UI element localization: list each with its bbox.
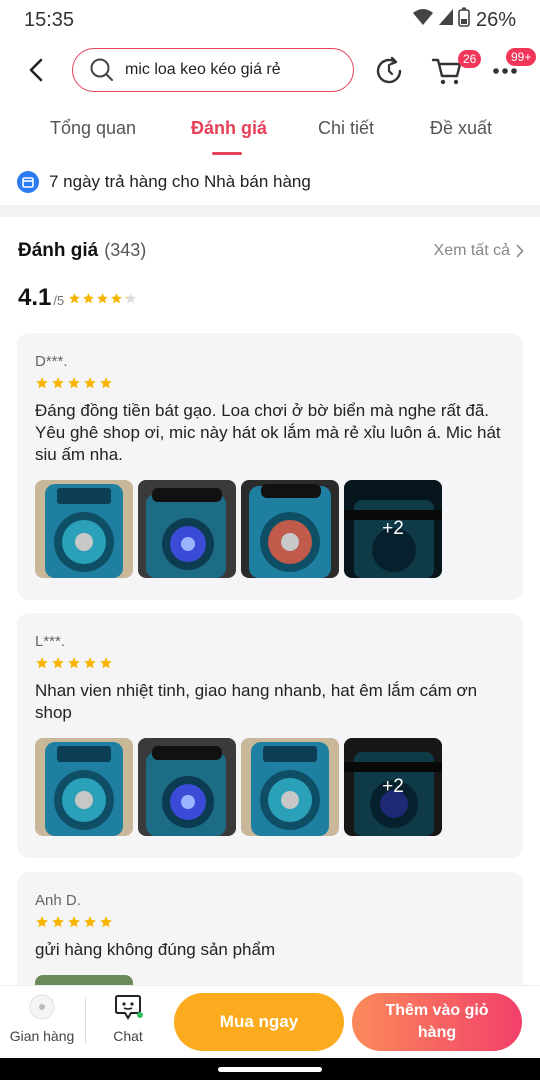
star-icon xyxy=(84,916,96,928)
bottom-action-bar: Gian hàng Chat Mua ngay Thêm vào giỏ hàn… xyxy=(0,985,540,1057)
star-icon xyxy=(111,293,123,304)
back-button[interactable] xyxy=(22,54,50,86)
return-policy-text: 7 ngày trả hàng cho Nhà bán hàng xyxy=(49,172,311,191)
average-score: 4.1 /5 xyxy=(18,284,137,312)
rating-header: Đánh giá (343) Xem tất cả xyxy=(18,236,524,266)
review-text: gửi hàng không đúng sản phẩm xyxy=(35,940,276,959)
tab-overview[interactable]: Tổng quan xyxy=(50,118,136,139)
search-icon xyxy=(89,57,115,83)
star-icon xyxy=(52,377,64,389)
review-stars xyxy=(35,656,505,670)
rating-count: (343) xyxy=(104,240,147,260)
review-card[interactable]: D***. Đáng đồng tiền bát gạo. Loa chơi ở… xyxy=(17,333,523,600)
store-label: Gian hàng xyxy=(9,1028,75,1044)
signal-icon xyxy=(438,8,454,32)
review-stars xyxy=(35,915,505,929)
tab-recommendations[interactable]: Đề xuất xyxy=(430,118,492,139)
score-max: /5 xyxy=(53,293,65,308)
bottom-separator xyxy=(85,998,86,1044)
more-button[interactable]: 99+ xyxy=(488,48,537,88)
more-badge: 99+ xyxy=(506,48,537,66)
rating-title-group: Đánh giá (343) xyxy=(18,240,146,262)
star-icon xyxy=(100,377,112,389)
star-icon xyxy=(69,293,81,304)
score-value: 4.1 xyxy=(18,284,52,311)
store-logo-icon xyxy=(29,994,55,1020)
add-to-cart-button[interactable]: Thêm vào giỏ hàng xyxy=(352,993,522,1051)
cart-badge: 26 xyxy=(458,50,482,68)
star-icon xyxy=(52,916,64,928)
tab-details[interactable]: Chi tiết xyxy=(318,118,374,139)
battery-icon xyxy=(458,7,470,33)
wifi-icon xyxy=(412,8,434,32)
review-card[interactable]: L***. Nhan vien nhiệt tinh, giao hang nh… xyxy=(17,613,523,858)
review-photo[interactable] xyxy=(35,480,133,578)
review-photo-more[interactable]: +2 xyxy=(344,480,442,578)
status-icons xyxy=(412,7,470,33)
section-tabs: Tổng quan Đánh giá Chi tiết Đề xuất xyxy=(0,108,540,158)
status-bar: 15:35 26% xyxy=(0,0,540,40)
star-icon xyxy=(36,657,48,669)
cart-button[interactable]: 26 xyxy=(430,50,482,88)
return-policy[interactable]: 7 ngày trả hàng cho Nhà bán hàng xyxy=(0,160,540,204)
review-photo[interactable] xyxy=(138,480,236,578)
search-input[interactable]: mic loa keo kéo giá rẻ xyxy=(72,48,354,92)
tab-reviews[interactable]: Đánh giá xyxy=(191,118,267,139)
status-time: 15:35 xyxy=(24,8,75,31)
star-icon xyxy=(36,377,48,389)
review-photo[interactable] xyxy=(241,738,339,836)
search-header: mic loa keo kéo giá rẻ 26 99+ xyxy=(0,40,540,100)
star-icon xyxy=(68,377,80,389)
review-photo[interactable] xyxy=(241,480,339,578)
star-icon xyxy=(68,916,80,928)
chat-icon xyxy=(115,995,143,1020)
star-icon xyxy=(52,657,64,669)
star-icon xyxy=(100,916,112,928)
see-all-label: Xem tất cả xyxy=(433,242,510,259)
status-right: 26% xyxy=(412,7,516,33)
system-nav-bar xyxy=(0,1058,540,1080)
home-handle[interactable] xyxy=(218,1067,322,1072)
product-review-page: 15:35 26% mic loa keo kéo giá rẻ 26 99+ … xyxy=(0,0,540,1080)
more-dots-icon xyxy=(493,68,517,74)
star-icon xyxy=(68,657,80,669)
reviewer-name: L***. xyxy=(35,633,66,650)
review-photo[interactable] xyxy=(138,738,236,836)
battery-percent: 26% xyxy=(475,8,516,31)
review-photo[interactable] xyxy=(35,738,133,836)
review-text: Nhan vien nhiệt tinh, giao hang nhanb, h… xyxy=(35,681,478,722)
partial-star-icon xyxy=(125,293,137,304)
back-arrow-icon xyxy=(29,58,43,82)
reviewer-name: Anh D. xyxy=(35,892,81,909)
rating-title: Đánh giá xyxy=(18,240,99,261)
star-icon xyxy=(83,293,95,304)
star-icon xyxy=(36,916,48,928)
active-tab-indicator xyxy=(212,152,242,155)
review-photos: +2 xyxy=(35,480,505,578)
more-photos-count: +2 xyxy=(344,738,442,836)
review-text: Đáng đồng tiền bát gạo. Loa chơi ở bờ bi… xyxy=(35,401,501,464)
chat-button[interactable]: Chat xyxy=(104,992,152,1044)
see-all-link[interactable]: Xem tất cả xyxy=(434,242,524,260)
reviewer-name: D***. xyxy=(35,353,68,370)
section-divider xyxy=(0,205,540,217)
history-button[interactable] xyxy=(372,54,406,88)
review-stars xyxy=(35,376,505,390)
star-icon xyxy=(100,657,112,669)
star-icon xyxy=(84,657,96,669)
search-query: mic loa keo kéo giá rẻ xyxy=(125,61,281,78)
chevron-right-icon xyxy=(516,244,524,258)
chat-label: Chat xyxy=(113,1028,143,1044)
store-button[interactable]: Gian hàng xyxy=(8,992,76,1044)
more-photos-count: +2 xyxy=(344,480,442,578)
refresh-icon xyxy=(376,56,402,84)
star-icon xyxy=(97,293,109,304)
review-photos: +2 xyxy=(35,738,505,836)
calendar-icon xyxy=(17,171,39,193)
star-icon xyxy=(84,377,96,389)
buy-now-button[interactable]: Mua ngay xyxy=(174,993,344,1051)
review-photo-more[interactable]: +2 xyxy=(344,738,442,836)
average-stars xyxy=(68,292,137,305)
